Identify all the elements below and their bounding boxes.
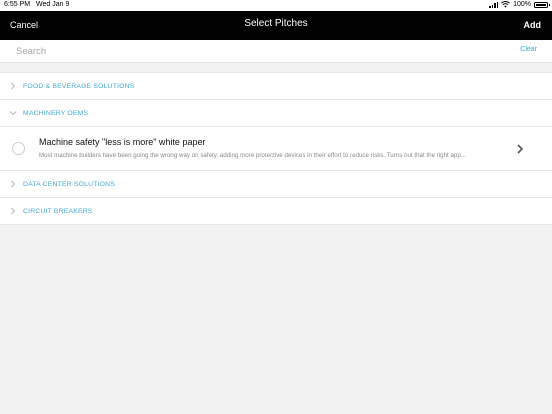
clear-button[interactable]: Clear — [520, 46, 537, 53]
cellular-signal-icon — [489, 1, 499, 8]
status-indicators: 100% — [489, 1, 550, 8]
category-label: CIRCUIT BREAKERS — [23, 208, 93, 215]
pitch-select-radio[interactable] — [12, 142, 25, 155]
search-bar: Clear — [0, 40, 552, 63]
navigation-bar: Cancel Select Pitches Add — [0, 11, 552, 40]
chevron-right-icon — [11, 82, 16, 90]
status-bar: 6:55 PM Wed Jan 9 100% — [0, 0, 552, 11]
pitch-description: Most machine builders have been going th… — [39, 152, 466, 159]
category-row-data-center[interactable]: DATA CENTER SOLUTIONS — [0, 171, 552, 198]
pitch-row[interactable]: Machine safety "less is more" white pape… — [0, 127, 552, 171]
wifi-icon — [501, 1, 511, 8]
add-button[interactable]: Add — [524, 20, 542, 30]
pitch-list: FOOD & BEVERAGE SOLUTIONS MACHINERY OEMS… — [0, 72, 552, 225]
category-label: MACHINERY OEMS — [23, 110, 89, 117]
chevron-down-icon — [9, 111, 17, 116]
status-time: 6:55 PM — [4, 1, 31, 8]
battery-percent: 100% — [513, 1, 531, 8]
category-row-food-beverage[interactable]: FOOD & BEVERAGE SOLUTIONS — [0, 73, 552, 100]
cancel-button[interactable]: Cancel — [10, 20, 38, 30]
category-row-machinery-oems[interactable]: MACHINERY OEMS — [0, 100, 552, 127]
chevron-right-icon — [11, 207, 16, 215]
pitch-title: Machine safety "less is more" white pape… — [39, 137, 206, 147]
search-input[interactable] — [14, 44, 488, 58]
page-title: Select Pitches — [244, 18, 308, 29]
status-date: Wed Jan 9 — [36, 1, 70, 8]
category-row-circuit-breakers[interactable]: CIRCUIT BREAKERS — [0, 198, 552, 225]
battery-icon — [534, 1, 550, 8]
chevron-right-icon — [11, 180, 16, 188]
category-label: FOOD & BEVERAGE SOLUTIONS — [23, 83, 135, 90]
chevron-right-icon[interactable] — [517, 144, 523, 154]
category-label: DATA CENTER SOLUTIONS — [23, 181, 115, 188]
